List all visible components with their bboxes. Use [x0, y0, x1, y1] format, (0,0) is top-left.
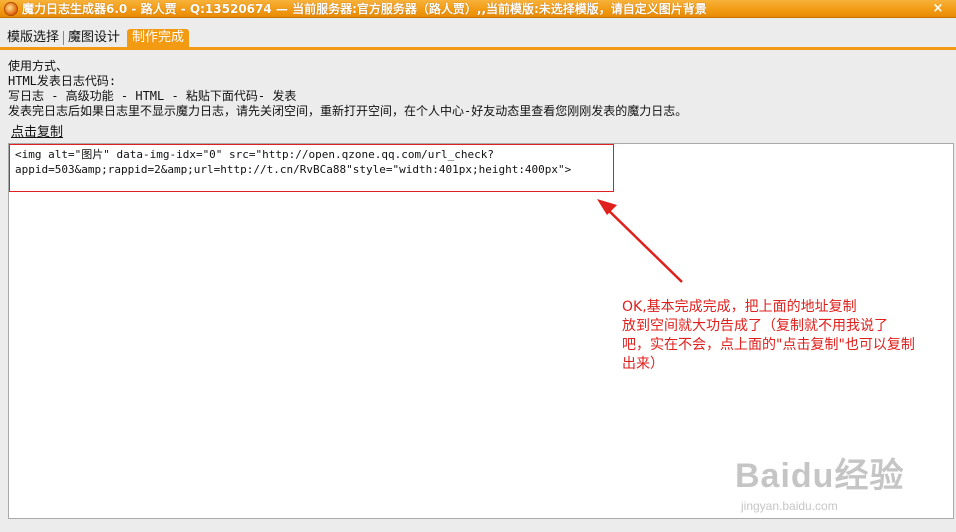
instruction-line: 发表完日志后如果日志里不显示魔力日志，请先关闭空间，重新打开空间，在个人中心-好…: [8, 104, 688, 118]
annotation-line: 吧，实在不会，点上面的"点击复制"也可以复制: [622, 337, 915, 353]
app-window: 魔力日志生成器6.0 - 路人贾 - Q:13520674 — 当前服务器:官方…: [0, 0, 956, 532]
instructions: 使用方式、 HTML发表日志代码: 写日志 - 高级功能 - HTML - 粘贴…: [8, 59, 948, 119]
close-button[interactable]: ×: [930, 0, 946, 17]
annotation-line: 放到空间就大功告成了（复制就不用我说了: [622, 318, 888, 334]
code-line-2: appid=503&amp;rappid=2&amp;url=http://t.…: [15, 163, 572, 176]
instruction-line: HTML发表日志代码:: [8, 74, 117, 88]
code-line-1: <img alt="图片" data-img-idx="0" src="http…: [15, 148, 494, 161]
tab-bar: 模版选择 魔图设计 制作完成: [0, 28, 956, 50]
app-logo-icon: [4, 1, 18, 16]
title-bar: 魔力日志生成器6.0 - 路人贾 - Q:13520674 — 当前服务器:官方…: [0, 0, 956, 18]
copy-link[interactable]: 点击复制: [11, 121, 63, 140]
tab-finished[interactable]: 制作完成: [127, 29, 190, 47]
annotation-note: OK,基本完成完成，把上面的地址复制 放到空间就大功告成了（复制就不用我说了 吧…: [622, 298, 956, 374]
tab-template-select[interactable]: 模版选择: [3, 29, 63, 47]
tab-image-design[interactable]: 魔图设计: [64, 29, 124, 47]
annotation-line: 出来）: [622, 356, 664, 372]
code-text: <img alt="图片" data-img-idx="0" src="http…: [15, 147, 615, 177]
instruction-line: 使用方式、: [8, 59, 69, 73]
annotation-line: OK,基本完成完成，把上面的地址复制: [622, 299, 857, 315]
window-title: 魔力日志生成器6.0 - 路人贾 - Q:13520674 — 当前服务器:官方…: [22, 2, 707, 16]
instruction-line: 写日志 - 高级功能 - HTML - 粘贴下面代码- 发表: [8, 89, 297, 103]
